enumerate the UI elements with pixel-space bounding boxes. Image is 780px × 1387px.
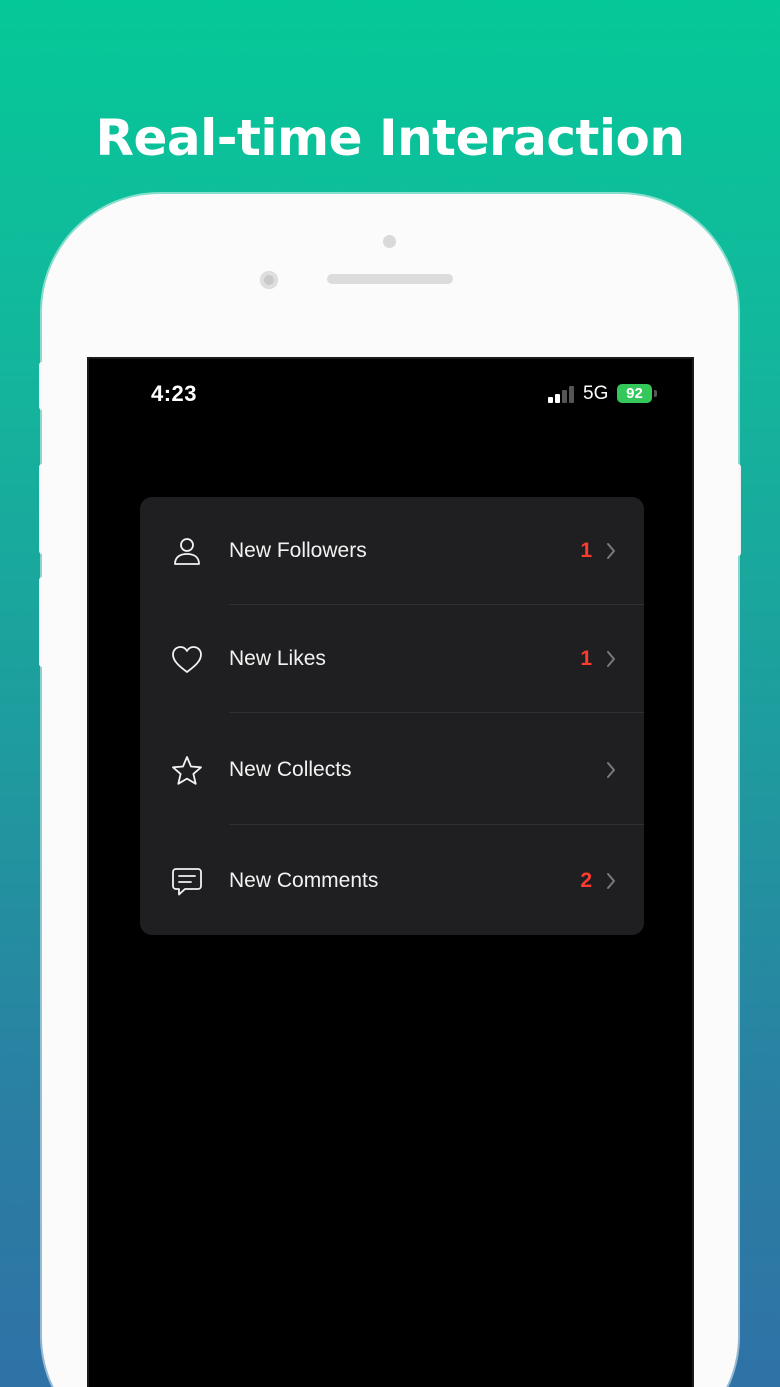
comment-icon (172, 868, 202, 896)
row-label: New Followers (229, 539, 367, 562)
chevron-right-icon (607, 873, 615, 889)
row-label: New Collects (229, 758, 352, 781)
count-badge: 1 (580, 539, 592, 562)
promo-headline: Real-time Interaction (95, 109, 685, 167)
chevron-right-icon (607, 651, 615, 667)
network-type: 5G (583, 383, 609, 404)
chevron-right-icon (607, 762, 615, 778)
row-divider (229, 824, 644, 825)
battery-tip (654, 390, 657, 397)
cellular-signal-icon (548, 385, 578, 403)
star-icon (172, 756, 202, 785)
row-label: New Likes (229, 647, 326, 670)
heart-icon (172, 646, 202, 673)
new-collects-row[interactable]: New Collects (140, 716, 644, 824)
new-followers-row[interactable]: New Followers 1 (140, 497, 644, 605)
row-divider (229, 712, 644, 713)
battery-level: 92 (626, 385, 643, 402)
earpiece-speaker (327, 274, 453, 284)
proximity-sensor (383, 235, 396, 248)
phone-screen: 4:23 5G 92 New Followers 1 New Likes 1 N… (87, 357, 694, 1387)
status-time: 4:23 (151, 381, 198, 406)
chevron-right-icon (607, 543, 615, 559)
count-badge: 2 (580, 869, 592, 892)
battery-icon: 92 (617, 384, 652, 403)
person-icon (174, 538, 200, 565)
new-likes-row[interactable]: New Likes 1 (140, 605, 644, 713)
new-comments-row[interactable]: New Comments 2 (140, 827, 644, 935)
front-camera (260, 271, 278, 289)
notifications-card: New Followers 1 New Likes 1 New Collects (140, 497, 644, 935)
row-label: New Comments (229, 869, 379, 892)
count-badge: 1 (580, 647, 592, 670)
